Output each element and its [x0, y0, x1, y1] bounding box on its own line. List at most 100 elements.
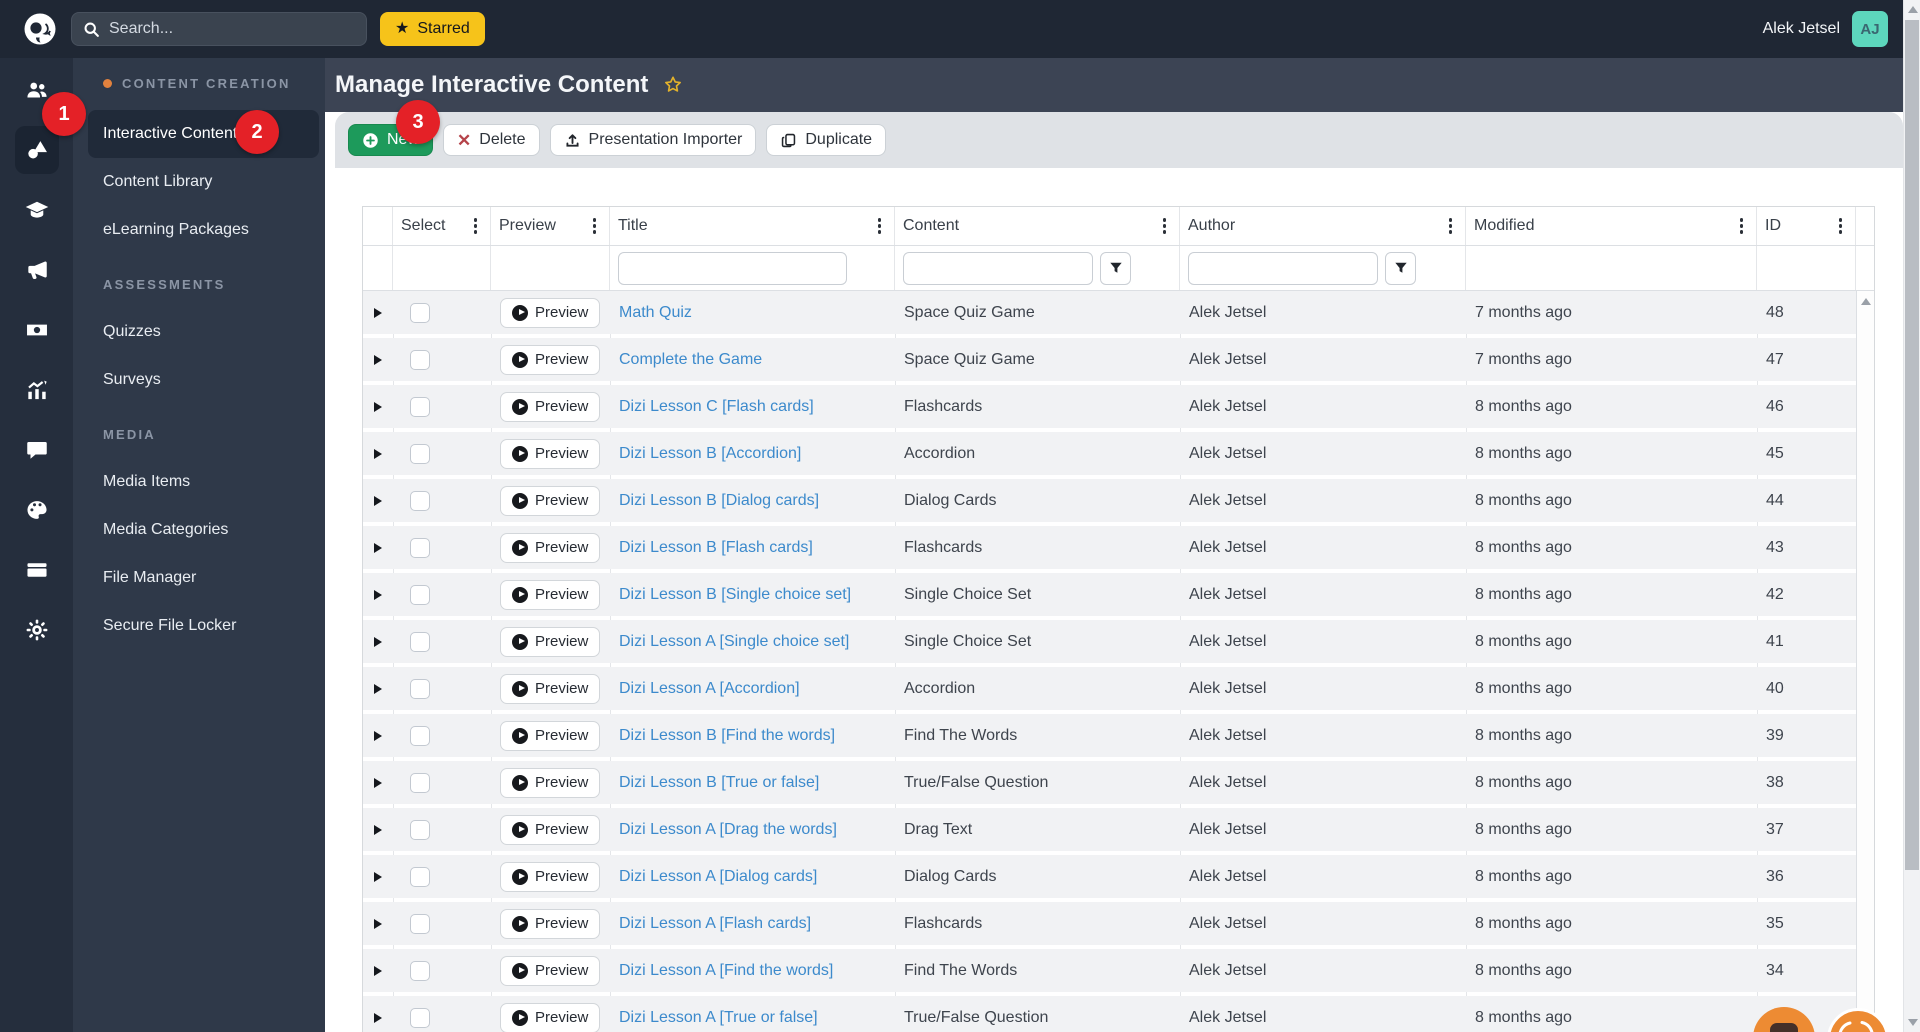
expand-row-icon[interactable]	[374, 918, 382, 929]
delete-button[interactable]: ✕ Delete	[443, 124, 540, 156]
expand-row-icon[interactable]	[374, 307, 382, 318]
row-checkbox[interactable]	[410, 866, 430, 887]
preview-button[interactable]: Preview	[500, 532, 601, 563]
content-title-link[interactable]: Dizi Lesson B [Dialog cards]	[619, 492, 819, 510]
content-title-link[interactable]: Dizi Lesson B [Single choice set]	[619, 586, 851, 604]
content-title-link[interactable]: Dizi Lesson C [Flash cards]	[619, 398, 814, 416]
preview-button[interactable]: Preview	[500, 673, 601, 704]
content-title-link[interactable]: Dizi Lesson B [Flash cards]	[619, 539, 813, 557]
row-checkbox[interactable]	[410, 631, 430, 652]
scrollbar-up-icon[interactable]	[1907, 6, 1918, 13]
content-title-link[interactable]: Dizi Lesson A [True or false]	[619, 1009, 818, 1027]
sidebar-item-elearning-packages[interactable]: eLearning Packages	[88, 206, 319, 254]
expand-row-icon[interactable]	[374, 354, 382, 365]
preview-button[interactable]: Preview	[500, 485, 601, 516]
expand-row-icon[interactable]	[374, 730, 382, 741]
preview-button[interactable]: Preview	[500, 955, 601, 986]
content-title-link[interactable]: Dizi Lesson A [Find the words]	[619, 962, 833, 980]
content-title-link[interactable]: Dizi Lesson B [True or false]	[619, 774, 819, 792]
duplicate-button[interactable]: Duplicate	[766, 124, 887, 156]
column-menu-icon[interactable]	[471, 214, 481, 238]
author-filter-input[interactable]	[1188, 251, 1378, 285]
column-menu-icon[interactable]	[1836, 214, 1846, 238]
expand-row-icon[interactable]	[374, 589, 382, 600]
preview-button[interactable]: Preview	[500, 626, 601, 657]
content-title-link[interactable]: Math Quiz	[619, 304, 692, 322]
content-title-link[interactable]: Dizi Lesson A [Flash cards]	[619, 915, 811, 933]
sidebar-item-file-manager[interactable]: File Manager	[88, 554, 319, 602]
scrollbar-down-icon[interactable]	[1907, 1019, 1918, 1026]
expand-row-icon[interactable]	[374, 636, 382, 647]
content-title-link[interactable]: Dizi Lesson A [Single choice set]	[619, 633, 849, 651]
search-input[interactable]	[109, 20, 329, 38]
preview-button[interactable]: Preview	[500, 814, 601, 845]
row-checkbox[interactable]	[410, 584, 430, 605]
expand-row-icon[interactable]	[374, 965, 382, 976]
column-menu-icon[interactable]	[875, 214, 885, 238]
elephant-logo-icon[interactable]	[22, 11, 58, 47]
expand-row-icon[interactable]	[374, 683, 382, 694]
row-checkbox[interactable]	[410, 443, 430, 464]
scrollbar-thumb[interactable]	[1905, 20, 1919, 870]
preview-button[interactable]: Preview	[500, 720, 601, 751]
sidebar-item-media-categories[interactable]: Media Categories	[88, 506, 319, 554]
row-checkbox[interactable]	[410, 772, 430, 793]
sidebar-rail-item-graduation-cap[interactable]	[0, 180, 73, 240]
sidebar-item-content-library[interactable]: Content Library	[88, 158, 319, 206]
sidebar-item-quizzes[interactable]: Quizzes	[88, 308, 319, 356]
content-title-link[interactable]: Dizi Lesson A [Dialog cards]	[619, 868, 817, 886]
sidebar-item-interactive-content[interactable]: Interactive Content	[88, 110, 319, 158]
expand-row-icon[interactable]	[374, 401, 382, 412]
row-checkbox[interactable]	[410, 678, 430, 699]
title-filter-input[interactable]	[618, 251, 847, 285]
sidebar-rail-item-window[interactable]	[0, 540, 73, 600]
preview-button[interactable]: Preview	[500, 861, 601, 892]
row-checkbox[interactable]	[410, 537, 430, 558]
scroll-up-icon[interactable]	[1861, 298, 1871, 305]
preview-button[interactable]: Preview	[500, 297, 601, 328]
help-fab-button[interactable]	[1827, 1008, 1889, 1032]
row-checkbox[interactable]	[410, 960, 430, 981]
sidebar-item-surveys[interactable]: Surveys	[88, 356, 319, 404]
sidebar-rail-item-gear[interactable]	[0, 600, 73, 660]
content-title-link[interactable]: Dizi Lesson B [Accordion]	[619, 445, 801, 463]
preview-button[interactable]: Preview	[500, 344, 601, 375]
expand-row-icon[interactable]	[374, 495, 382, 506]
expand-row-icon[interactable]	[374, 777, 382, 788]
preview-button[interactable]: Preview	[500, 579, 601, 610]
expand-row-icon[interactable]	[374, 542, 382, 553]
avatar[interactable]: AJ	[1852, 11, 1888, 47]
row-checkbox[interactable]	[410, 490, 430, 511]
preview-button[interactable]: Preview	[500, 908, 601, 939]
favorite-star-icon[interactable]	[662, 74, 684, 96]
content-title-link[interactable]: Dizi Lesson A [Drag the words]	[619, 821, 837, 839]
content-filter-button[interactable]	[1100, 251, 1131, 285]
row-checkbox[interactable]	[410, 819, 430, 840]
expand-row-icon[interactable]	[374, 1012, 382, 1023]
column-menu-icon[interactable]	[590, 214, 600, 238]
starred-button[interactable]: ★ Starred	[380, 12, 485, 46]
sidebar-rail-item-chat[interactable]	[0, 420, 73, 480]
content-title-link[interactable]: Complete the Game	[619, 351, 762, 369]
sidebar-rail-item-megaphone[interactable]	[0, 240, 73, 300]
content-title-link[interactable]: Dizi Lesson A [Accordion]	[619, 680, 800, 698]
preview-button[interactable]: Preview	[500, 1002, 601, 1032]
expand-row-icon[interactable]	[374, 824, 382, 835]
preview-button[interactable]: Preview	[500, 391, 601, 422]
row-checkbox[interactable]	[410, 725, 430, 746]
author-filter-button[interactable]	[1385, 251, 1416, 285]
expand-row-icon[interactable]	[374, 871, 382, 882]
content-title-link[interactable]: Dizi Lesson B [Find the words]	[619, 727, 835, 745]
presentation-importer-button[interactable]: Presentation Importer	[549, 124, 757, 156]
content-filter-input[interactable]	[903, 251, 1093, 285]
sidebar-item-secure-file-locker[interactable]: Secure File Locker	[88, 602, 319, 650]
row-checkbox[interactable]	[410, 349, 430, 370]
row-checkbox[interactable]	[410, 302, 430, 323]
row-checkbox[interactable]	[410, 396, 430, 417]
sidebar-rail-item-media[interactable]	[0, 300, 73, 360]
preview-button[interactable]: Preview	[500, 438, 601, 469]
sidebar-item-media-items[interactable]: Media Items	[88, 458, 319, 506]
expand-row-icon[interactable]	[374, 448, 382, 459]
sidebar-rail-item-palette[interactable]	[0, 480, 73, 540]
preview-button[interactable]: Preview	[500, 767, 601, 798]
